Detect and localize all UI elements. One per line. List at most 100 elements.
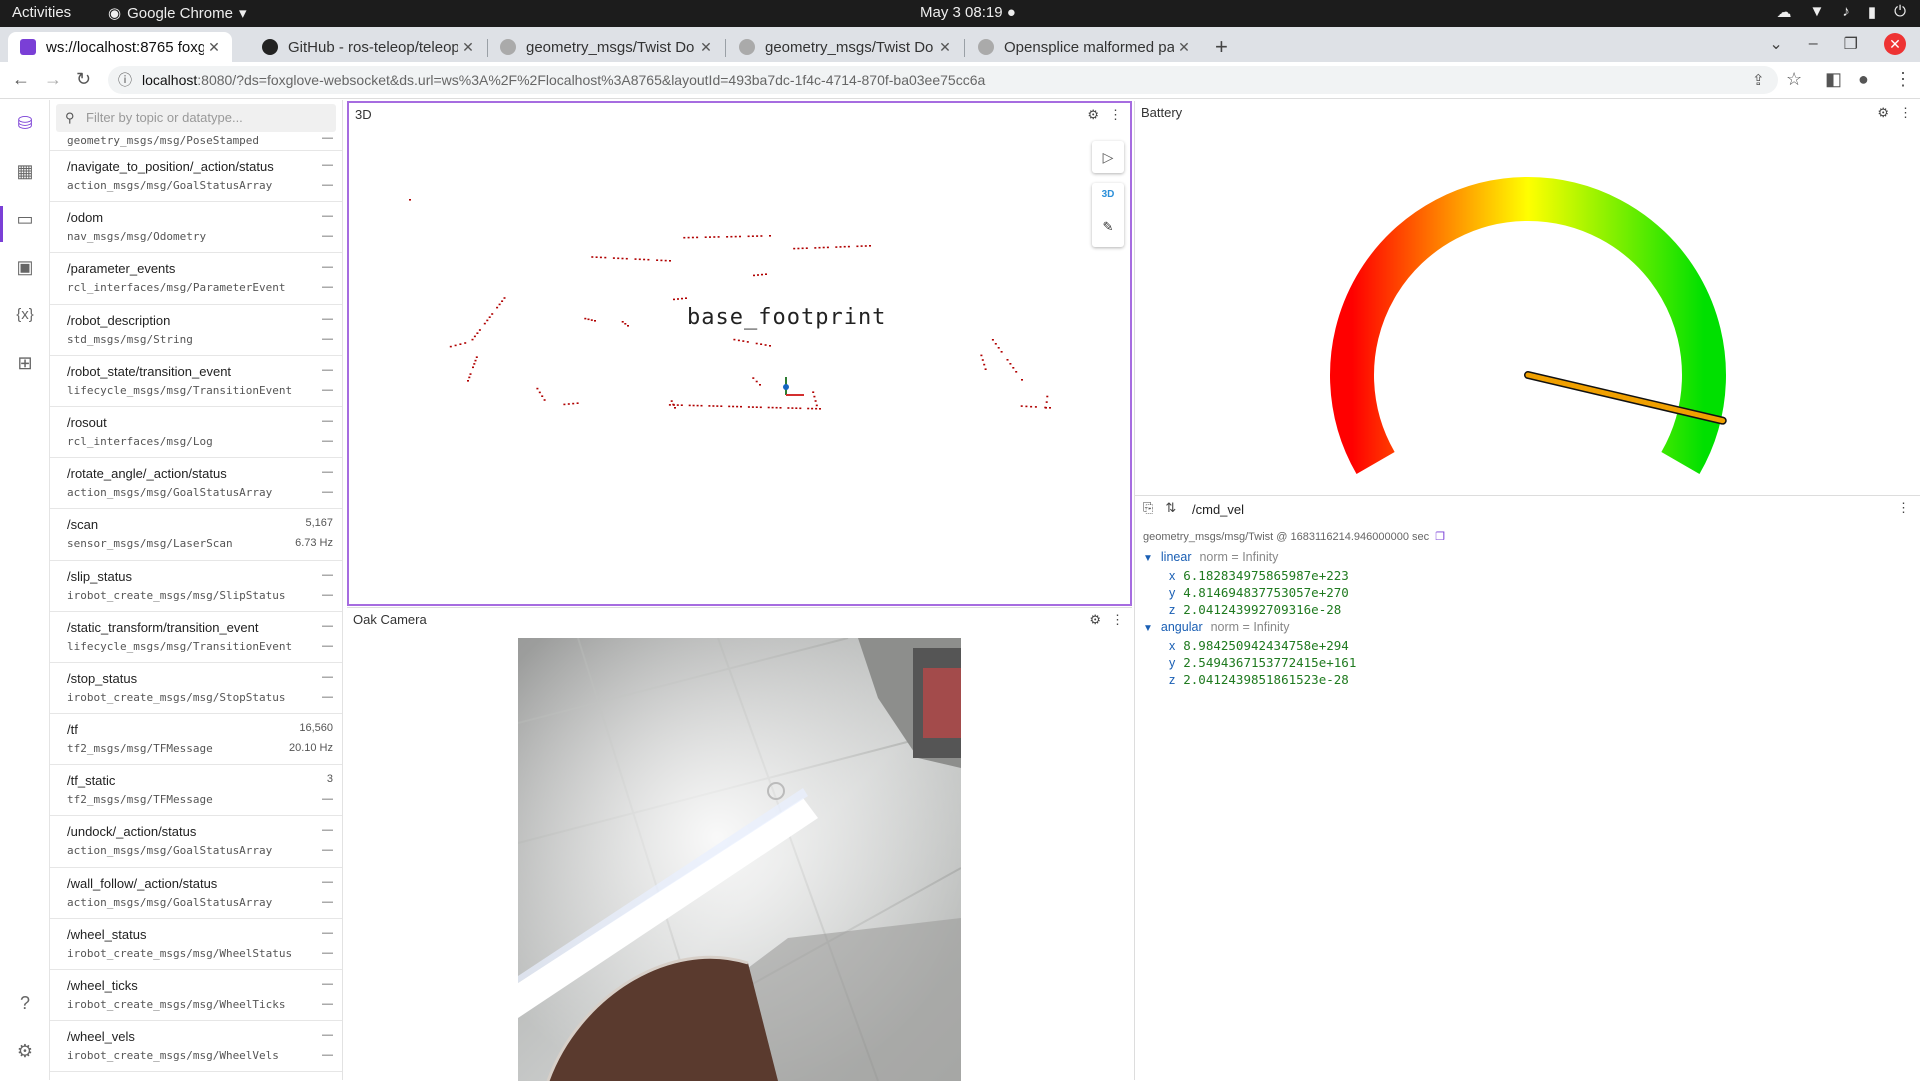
topic-type: action_msgs/msg/GoalStatusArray [67,844,273,858]
help-icon[interactable]: ? [12,990,38,1016]
topic-row[interactable]: /parameter_events rcl_interfaces/msg/Para… [50,253,342,305]
github-icon [262,39,278,55]
copy-icon[interactable]: ⎘ [1143,500,1153,516]
scan-point [709,236,711,238]
address-bar[interactable]: ⓘ localhost:8080/?ds=foxglove-websocket&… [108,66,1778,94]
scan-point [681,297,683,300]
tab-opensplice[interactable]: Opensplice malformed pa ✕ [966,32,1202,62]
side-panel-icon[interactable]: ◧ [1825,69,1842,90]
close-icon[interactable]: ✕ [696,39,716,56]
menu-icon[interactable]: ⋮ [1894,69,1912,90]
expand-arrow-icon[interactable]: ▼ [1143,623,1153,634]
extensions-icon[interactable]: ⊞ [12,350,38,376]
topic-row[interactable]: /stop_status irobot_create_msgs/msg/StopS… [50,663,342,715]
topic-row[interactable]: /slip_status irobot_create_msgs/msg/SlipS… [50,561,342,612]
back-icon[interactable]: ← [12,69,30,90]
close-window-icon[interactable]: ✕ [1884,33,1906,55]
panel-3d[interactable]: 3D ⚙ ⋮ base_footprint ▷ 3D ✎ [347,101,1132,606]
topic-row[interactable]: /tf tf2_msgs/msg/TFMessage 16,560 20.10 Hz [50,714,342,766]
tab-foxglove[interactable]: ws://localhost:8765 foxglove ✕ [8,32,232,62]
leaf-value: 8.984250942434758e+294 [1183,638,1349,653]
gear-icon[interactable]: ⚙ [1877,105,1889,121]
scan-point [624,323,627,325]
chevron-down-icon: ▾ [238,5,247,22]
app-name: Google Chrome [127,4,233,22]
topic-row[interactable]: /odom nav_msgs/msg/Odometry — — [50,202,342,254]
publish-point-icon[interactable]: ▷ [1092,141,1124,173]
layouts-icon[interactable]: ▣ [12,254,38,280]
tab-twist-docs-1[interactable]: geometry_msgs/Twist Do ✕ [488,32,724,62]
topics-icon[interactable]: ⛁ [12,110,38,136]
scan-point [732,405,735,408]
topic-frequency: — [322,844,333,857]
topic-row[interactable]: /wheel_ticks irobot_create_msgs/msg/Wheel… [50,970,342,1022]
topic-path-input[interactable]: /cmd_vel [1192,502,1244,517]
tab-twist-docs-2[interactable]: geometry_msgs/Twist Do ✕ [727,32,963,62]
more-icon[interactable]: ⋮ [1897,500,1910,516]
scan-point [807,407,810,410]
topic-frequency: — [322,1049,333,1062]
close-icon[interactable]: ✕ [935,39,955,56]
new-tab-button[interactable]: + [1215,34,1228,60]
star-icon[interactable]: ☆ [1786,69,1802,90]
clock[interactable]: May 3 08:19 ● [920,4,1016,21]
topic-row[interactable]: /rotate_angle/_action/status action_msgs/… [50,458,342,510]
panel-battery[interactable]: Battery ⚙ ⋮ [1134,101,1920,495]
scan-point [747,406,750,408]
share-icon[interactable]: ⇪ [1752,71,1765,89]
tree-node-angular[interactable]: ▼ angular norm = Infinity [1143,620,1289,634]
topic-row[interactable]: /rosout rcl_interfaces/msg/Log — — [50,407,342,459]
scan-point [1000,351,1003,353]
close-icon[interactable]: ✕ [1174,39,1194,56]
gear-icon[interactable]: ⚙ [1089,612,1101,628]
view-mode-button[interactable]: 3D [1092,189,1124,200]
variables-icon[interactable]: {x} [12,302,38,328]
topic-row[interactable]: /undock/_action/status action_msgs/msg/Go… [50,816,342,868]
topic-row[interactable]: /wheel_status irobot_create_msgs/msg/Whee… [50,919,342,970]
panel-title: Oak Camera [353,612,427,627]
profile-icon[interactable]: ● [1858,69,1869,90]
info-icon[interactable]: ⓘ [118,66,132,94]
topic-filter-input[interactable]: ⚲ Filter by topic or datatype... [56,104,336,132]
topic-row[interactable]: /navigate_to_position/_action/status acti… [50,151,342,203]
panels-icon[interactable]: ▦ [12,158,38,184]
more-icon[interactable]: ⋮ [1111,612,1124,628]
forward-icon[interactable]: → [44,69,62,90]
restore-icon[interactable]: ❐ [1844,34,1858,54]
topic-row[interactable]: geometry_msgs/msg/PoseStamped — [50,132,342,151]
topic-name: /parameter_events [67,261,176,277]
close-icon[interactable]: ✕ [204,39,224,56]
panel-raw-messages[interactable]: ⎘ ⇅ /cmd_vel ⋮ geometry_msgs/msg/Twist @… [1134,495,1920,1080]
tab-github[interactable]: GitHub - ros-teleop/teleop ✕ [250,32,486,62]
system-tray[interactable]: ☁ ▼ ♪ ▮ ⏻ [1777,3,1907,21]
topic-row[interactable]: /robot_description std_msgs/msg/String — — [50,305,342,356]
more-icon[interactable]: ⋮ [1109,107,1122,123]
expand-arrow-icon[interactable]: ▼ [1143,553,1153,564]
topic-row[interactable]: /robot_state/transition_event lifecycle_m… [50,356,342,407]
node-norm: norm = Infinity [1199,550,1279,564]
app-menu[interactable]: ◉ Google Chrome ▾ [108,4,247,23]
scan-point [813,395,816,398]
topic-row[interactable]: /static_transform/transition_event lifecy… [50,612,342,663]
activities-button[interactable]: Activities [12,4,71,21]
laser-scan-view[interactable] [349,127,1130,605]
tree-node-linear[interactable]: ▼ linear norm = Infinity [1143,550,1278,564]
topic-row[interactable]: /wheel_vels irobot_create_msgs/msg/WheelV… [50,1021,342,1073]
topic-row[interactable]: /wall_follow/_action/status action_msgs/m… [50,868,342,919]
panel-camera[interactable]: Oak Camera ⚙ ⋮ [347,607,1132,1081]
tab-search-icon[interactable]: ⌄ [1769,34,1782,54]
panel-settings-icon[interactable]: ▭ [12,206,38,232]
copy-icon[interactable]: ❐ [1435,531,1445,543]
scan-point [696,404,699,407]
topic-row[interactable]: /scan sensor_msgs/msg/LaserScan 5,167 6.73 … [50,509,342,561]
settings-gear-icon[interactable]: ⚙ [12,1038,38,1064]
more-icon[interactable]: ⋮ [1899,105,1912,121]
topic-type: action_msgs/msg/GoalStatusArray [67,895,273,909]
expand-collapse-icon[interactable]: ⇅ [1165,500,1176,516]
gear-icon[interactable]: ⚙ [1087,107,1099,123]
ruler-icon[interactable]: ✎ [1092,219,1124,235]
minimize-icon[interactable]: – [1809,35,1818,53]
reload-icon[interactable]: ↻ [76,69,91,90]
close-icon[interactable]: ✕ [458,39,478,56]
topic-row[interactable]: /tf_static tf2_msgs/msg/TFMessage 3 — [50,765,342,817]
